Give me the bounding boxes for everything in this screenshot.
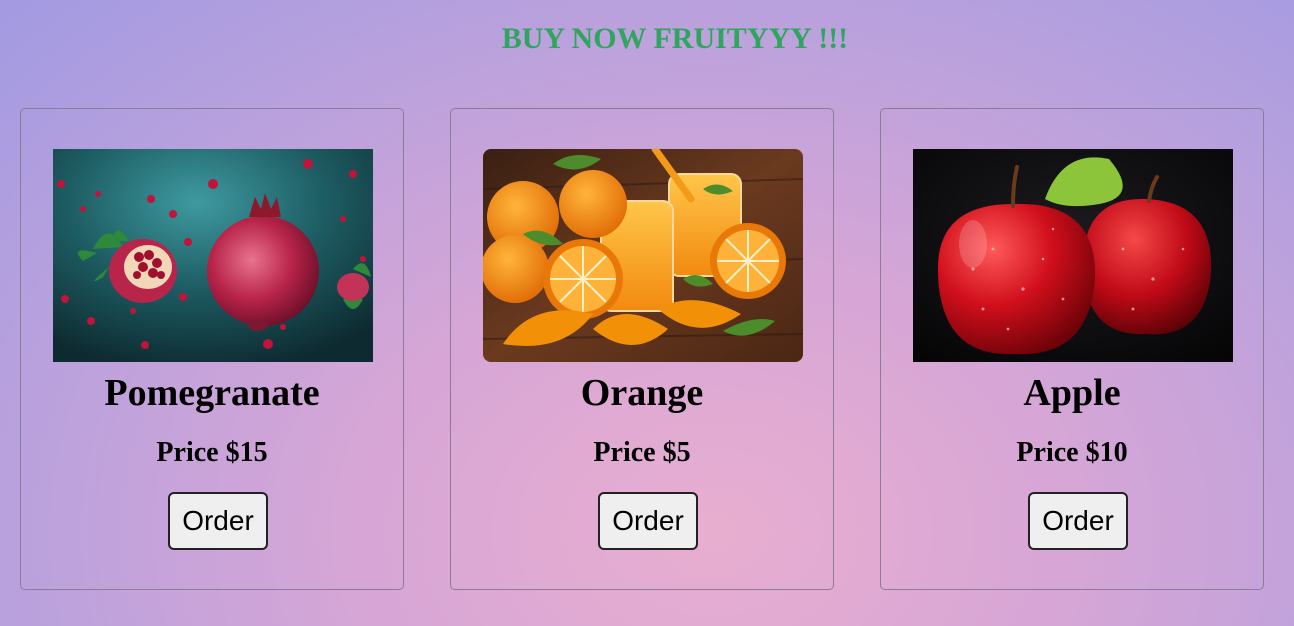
page-title: BUY NOW FRUITYYY !!!: [501, 22, 849, 55]
product-name: Orange: [580, 372, 704, 414]
product-price: Price $15: [156, 437, 268, 468]
product-name: Apple: [1023, 372, 1121, 414]
product-card-apple: Apple Price $10 Order: [880, 108, 1264, 590]
order-button-apple[interactable]: Order: [1028, 492, 1128, 550]
order-button-pomegranate[interactable]: Order: [168, 492, 268, 550]
product-card-pomegranate: Pomegranate Price $15 Order: [20, 108, 404, 590]
product-name: Pomegranate: [104, 372, 320, 414]
order-button-orange[interactable]: Order: [598, 492, 698, 550]
pomegranate-image: [53, 149, 373, 362]
product-price: Price $10: [1016, 437, 1128, 468]
product-price: Price $5: [593, 437, 691, 468]
apple-image: [913, 149, 1233, 362]
orange-juice-image: [483, 149, 803, 362]
product-card-orange: Orange Price $5 Order: [450, 108, 834, 590]
